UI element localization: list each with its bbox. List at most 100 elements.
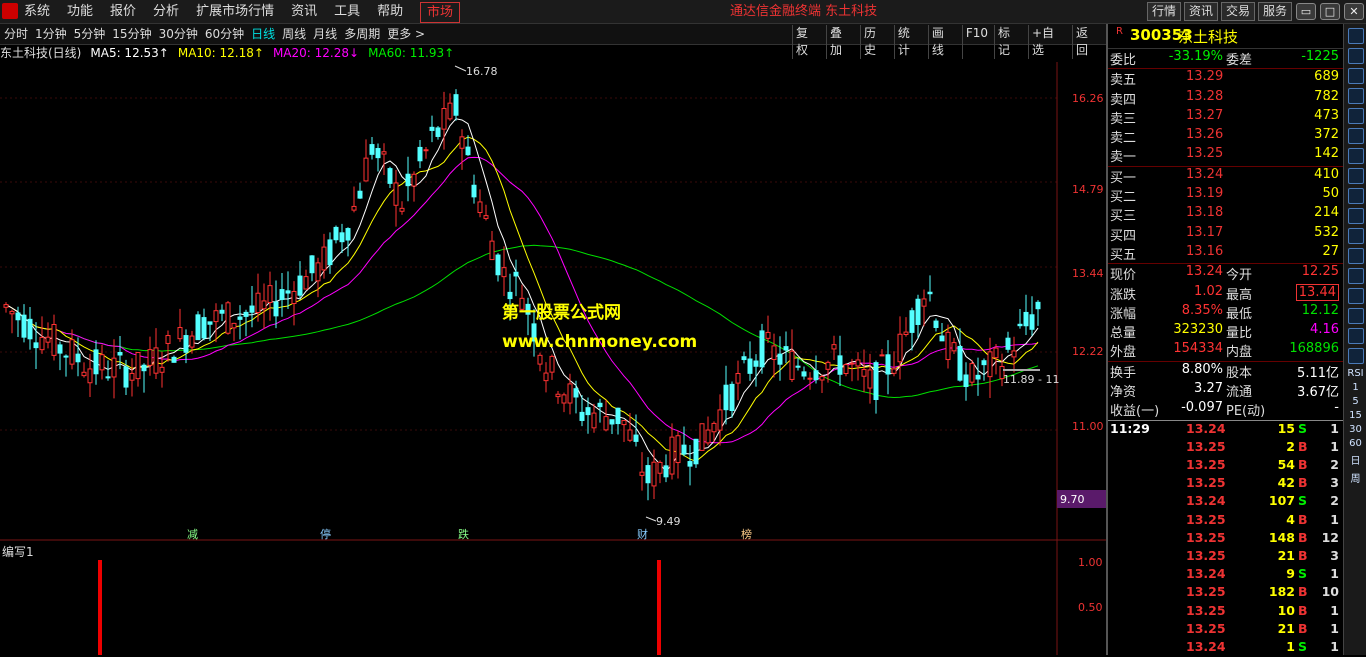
restore-icon[interactable]: □ — [1320, 3, 1340, 20]
quote-header: R 300353 东土科技 — [1108, 24, 1343, 49]
event-marker-drop[interactable]: 跌 — [457, 526, 470, 542]
event-marker-reduce[interactable]: 减 — [186, 526, 199, 542]
stat-row: 外盘 154334 内盘 168896 — [1110, 341, 1339, 361]
menu-item-news[interactable]: 资讯 — [291, 0, 317, 23]
menu-item-system[interactable]: 系统 — [24, 0, 50, 23]
tool-icon[interactable] — [1348, 208, 1364, 224]
menu-item-help[interactable]: 帮助 — [377, 0, 403, 23]
tick-list[interactable]: 11:29 13.24 15 S 1 13.25 2 B 1 13.25 54 B 2 13.25 42 B 3… — [1108, 421, 1343, 657]
bid-row[interactable]: 买五 13.16 27 — [1108, 244, 1343, 263]
tool-icon[interactable] — [1348, 88, 1364, 104]
ask-row[interactable]: 卖二 13.26 372 — [1108, 127, 1343, 146]
bid-row[interactable]: 买三 13.18 214 — [1108, 205, 1343, 224]
period-shortcut[interactable]: 60 — [1344, 438, 1366, 449]
tab-monthly[interactable]: 月线 — [313, 24, 337, 44]
tab-30min[interactable]: 30分钟 — [159, 24, 198, 44]
candle-body — [411, 173, 417, 187]
candle-body — [831, 344, 837, 350]
overlay-button[interactable]: 叠加 — [825, 25, 857, 59]
market-button[interactable]: 市场 — [420, 2, 461, 23]
current-price-marker: 9.70 — [1060, 493, 1085, 506]
trade-button[interactable]: 交易 — [1221, 2, 1256, 21]
financial-stats: 换手 8.80% 股本 5.11亿 净资 3.27 流通 3.67亿 收益(一) -0.097 PE… — [1108, 362, 1343, 420]
minimize-icon[interactable]: ▭ — [1296, 3, 1316, 20]
menu-item-analysis[interactable]: 分析 — [153, 0, 179, 23]
tab-multi-period[interactable]: 多周期 — [344, 24, 380, 44]
history-button[interactable]: 历史 — [859, 25, 891, 59]
ask-row[interactable]: 卖五 13.29 689 — [1108, 69, 1343, 88]
tool-icon[interactable] — [1348, 308, 1364, 324]
tool-icon[interactable] — [1348, 168, 1364, 184]
tab-1min[interactable]: 1分钟 — [35, 24, 67, 44]
bid-row[interactable]: 买一 13.24 410 — [1108, 167, 1343, 186]
candle-body — [15, 312, 21, 321]
ask-row[interactable]: 卖三 13.27 473 — [1108, 108, 1343, 127]
period-shortcut[interactable]: 5 — [1344, 396, 1366, 407]
tool-icon[interactable] — [1348, 48, 1364, 64]
tool-icon[interactable] — [1348, 328, 1364, 344]
tool-icon[interactable] — [1348, 108, 1364, 124]
tab-more[interactable]: 更多 > — [387, 24, 425, 44]
bid-row[interactable]: 买四 13.17 532 — [1108, 225, 1343, 244]
stats-button[interactable]: 统计 — [893, 25, 925, 59]
tool-icon[interactable] — [1348, 288, 1364, 304]
kline-chart[interactable]: 9.70 16.26 14.79 13.44 12.22 11.00 1.00 … — [0, 62, 1106, 655]
candle-body — [813, 370, 819, 381]
period-shortcut[interactable]: 1 — [1344, 382, 1366, 393]
mark-button[interactable]: 标记 — [994, 25, 1025, 59]
menu-item-ext-market[interactable]: 扩展市场行情 — [196, 0, 274, 23]
period-tabs: 分时 1分钟 5分钟 15分钟 30分钟 60分钟 日线 周线 月线 多周期 更… — [4, 24, 432, 44]
tool-icon[interactable] — [1348, 128, 1364, 144]
tool-icon[interactable] — [1348, 228, 1364, 244]
menu-item-tools[interactable]: 工具 — [334, 0, 360, 23]
period-shortcut[interactable]: 周 — [1344, 470, 1366, 485]
candle-body — [729, 383, 735, 412]
app-logo-icon — [2, 3, 18, 19]
tab-5min[interactable]: 5分钟 — [74, 24, 106, 44]
tool-icon[interactable] — [1348, 188, 1364, 204]
event-marker-finance[interactable]: 财 — [636, 526, 649, 542]
ma5-label: MA5: 12.53↑ — [90, 46, 169, 60]
period-shortcut[interactable]: RSI — [1344, 368, 1366, 379]
candle-body — [375, 148, 381, 159]
service-button[interactable]: 服务 — [1258, 2, 1293, 21]
candle-body — [615, 407, 621, 425]
candle-body — [663, 465, 669, 478]
menu-item-function[interactable]: 功能 — [67, 0, 93, 23]
draw-button[interactable]: 画线 — [927, 25, 959, 59]
tab-60min[interactable]: 60分钟 — [205, 24, 244, 44]
news-button[interactable]: 资讯 — [1184, 2, 1219, 21]
period-shortcut[interactable]: 日 — [1344, 452, 1366, 467]
adjust-button[interactable]: 复权 — [792, 25, 823, 59]
quote-button[interactable]: 行情 — [1147, 2, 1182, 21]
event-marker-list[interactable]: 榜 — [740, 526, 753, 542]
ask-row[interactable]: 卖一 13.25 142 — [1108, 146, 1343, 165]
tool-icon[interactable] — [1348, 148, 1364, 164]
add-watchlist-button[interactable]: +自选 — [1027, 25, 1069, 59]
period-shortcut[interactable]: 30 — [1344, 424, 1366, 435]
tool-icon[interactable] — [1348, 348, 1364, 364]
tab-timeshare[interactable]: 分时 — [4, 24, 28, 44]
ask-row[interactable]: 卖四 13.28 782 — [1108, 89, 1343, 108]
candle-body — [837, 355, 843, 375]
period-shortcut[interactable]: 15 — [1344, 410, 1366, 421]
candle-body — [153, 347, 159, 374]
tool-icon[interactable] — [1348, 268, 1364, 284]
candle-body — [273, 301, 279, 317]
candle-body — [741, 356, 747, 361]
menu-item-quote[interactable]: 报价 — [110, 0, 136, 23]
bid-row[interactable]: 买二 13.19 50 — [1108, 186, 1343, 205]
tool-icon[interactable] — [1348, 248, 1364, 264]
f10-button[interactable]: F10 — [961, 25, 991, 59]
tab-weekly[interactable]: 周线 — [282, 24, 306, 44]
candle-body — [567, 383, 573, 404]
candle-body — [201, 317, 207, 339]
close-icon[interactable]: ✕ — [1344, 3, 1364, 20]
tool-icon[interactable] — [1348, 28, 1364, 44]
tool-icon[interactable] — [1348, 68, 1364, 84]
back-button[interactable]: 返回 — [1071, 25, 1103, 59]
tab-daily[interactable]: 日线 — [251, 24, 275, 44]
tab-15min[interactable]: 15分钟 — [112, 24, 151, 44]
sub-indicator-title[interactable]: 编写1 — [2, 543, 34, 560]
event-marker-halt[interactable]: 停 — [319, 526, 332, 542]
